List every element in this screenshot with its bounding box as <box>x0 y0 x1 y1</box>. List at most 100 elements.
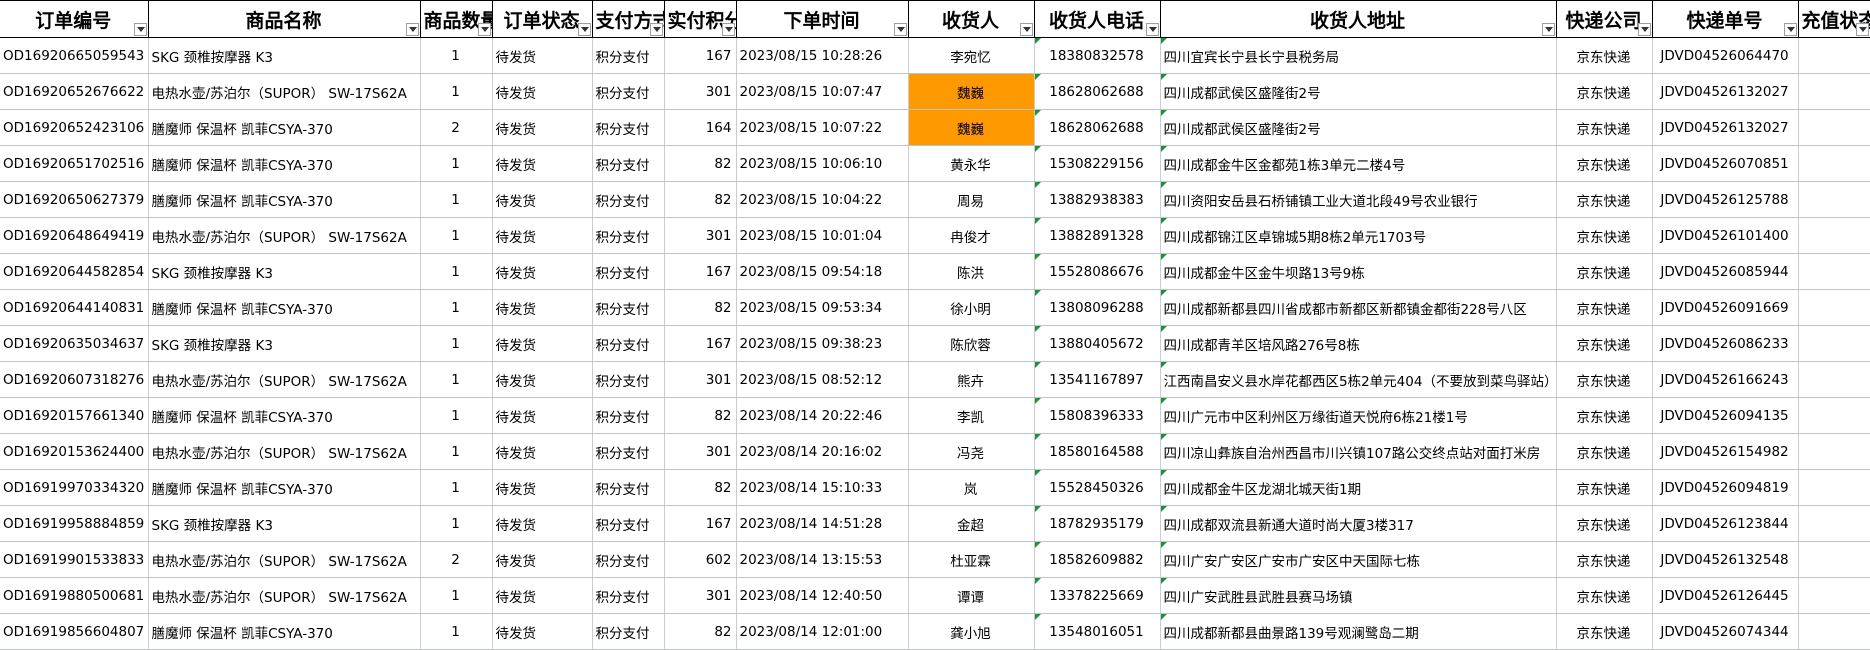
cell-tracking[interactable]: JDVD04526132027 <box>1652 110 1798 146</box>
cell-phone[interactable]: 18782935179 <box>1034 506 1160 542</box>
cell-qty[interactable]: 1 <box>420 254 492 290</box>
cell-recharge[interactable] <box>1798 614 1870 650</box>
cell-qty[interactable]: 1 <box>420 74 492 110</box>
cell-status[interactable]: 待发货 <box>492 614 592 650</box>
cell-receiver[interactable]: 李宛忆 <box>908 38 1034 74</box>
column-header-product[interactable]: 商品名称 <box>148 1 420 38</box>
filter-dropdown-icon[interactable] <box>406 23 419 36</box>
cell-points[interactable]: 164 <box>664 110 736 146</box>
cell-qty[interactable]: 1 <box>420 290 492 326</box>
cell-phone[interactable]: 13882891328 <box>1034 218 1160 254</box>
cell-courier[interactable]: 京东快递 <box>1556 290 1652 326</box>
cell-recharge[interactable] <box>1798 542 1870 578</box>
column-header-points[interactable]: 实付积分 <box>664 1 736 38</box>
cell-address[interactable]: 四川广元市中区利州区万缘街道天悦府6栋21楼1号 <box>1160 398 1556 434</box>
cell-tracking[interactable]: JDVD04526126445 <box>1652 578 1798 614</box>
cell-payment[interactable]: 积分支付 <box>592 290 664 326</box>
cell-phone[interactable]: 15808396333 <box>1034 398 1160 434</box>
cell-qty[interactable]: 1 <box>420 614 492 650</box>
cell-payment[interactable]: 积分支付 <box>592 254 664 290</box>
filter-dropdown-icon[interactable] <box>134 23 147 36</box>
cell-time[interactable]: 2023/08/15 10:06:10 <box>736 146 908 182</box>
cell-points[interactable]: 167 <box>664 326 736 362</box>
cell-product[interactable]: 膳魔师 保温杯 凯菲CSYA-370 <box>148 146 420 182</box>
cell-address[interactable]: 四川凉山彝族自治州西昌市川兴镇107路公交终点站对面打米房 <box>1160 434 1556 470</box>
cell-status[interactable]: 待发货 <box>492 542 592 578</box>
cell-courier[interactable]: 京东快递 <box>1556 542 1652 578</box>
cell-product[interactable]: 膳魔师 保温杯 凯菲CSYA-370 <box>148 470 420 506</box>
cell-qty[interactable]: 1 <box>420 146 492 182</box>
cell-receiver[interactable]: 金超 <box>908 506 1034 542</box>
cell-time[interactable]: 2023/08/15 09:54:18 <box>736 254 908 290</box>
cell-tracking[interactable]: JDVD04526086233 <box>1652 326 1798 362</box>
cell-time[interactable]: 2023/08/14 13:15:53 <box>736 542 908 578</box>
cell-time[interactable]: 2023/08/15 09:53:34 <box>736 290 908 326</box>
cell-payment[interactable]: 积分支付 <box>592 218 664 254</box>
cell-tracking[interactable]: JDVD04526074344 <box>1652 614 1798 650</box>
cell-courier[interactable]: 京东快递 <box>1556 38 1652 74</box>
filter-dropdown-icon[interactable] <box>1856 23 1869 36</box>
cell-address[interactable]: 四川成都青羊区培风路276号8栋 <box>1160 326 1556 362</box>
cell-recharge[interactable] <box>1798 218 1870 254</box>
column-header-address[interactable]: 收货人地址 <box>1160 1 1556 38</box>
cell-courier[interactable]: 京东快递 <box>1556 362 1652 398</box>
cell-phone[interactable]: 15528086676 <box>1034 254 1160 290</box>
cell-order_id[interactable]: OD16919970334320 <box>0 470 148 506</box>
cell-payment[interactable]: 积分支付 <box>592 398 664 434</box>
cell-phone[interactable]: 13808096288 <box>1034 290 1160 326</box>
cell-address[interactable]: 四川成都双流县新通大道时尚大厦3楼317 <box>1160 506 1556 542</box>
column-header-status[interactable]: 订单状态 <box>492 1 592 38</box>
filter-dropdown-icon[interactable] <box>478 23 491 36</box>
cell-tracking[interactable]: JDVD04526101400 <box>1652 218 1798 254</box>
cell-time[interactable]: 2023/08/15 10:04:22 <box>736 182 908 218</box>
cell-order_id[interactable]: OD16920157661340 <box>0 398 148 434</box>
cell-receiver[interactable]: 杜亚霖 <box>908 542 1034 578</box>
cell-courier[interactable]: 京东快递 <box>1556 110 1652 146</box>
cell-points[interactable]: 301 <box>664 74 736 110</box>
cell-payment[interactable]: 积分支付 <box>592 326 664 362</box>
cell-recharge[interactable] <box>1798 578 1870 614</box>
cell-order_id[interactable]: OD16920644582854 <box>0 254 148 290</box>
cell-status[interactable]: 待发货 <box>492 74 592 110</box>
cell-tracking[interactable]: JDVD04526091669 <box>1652 290 1798 326</box>
cell-courier[interactable]: 京东快递 <box>1556 182 1652 218</box>
cell-address[interactable]: 四川成都金牛区龙湖北城天街1期 <box>1160 470 1556 506</box>
cell-receiver[interactable]: 徐小明 <box>908 290 1034 326</box>
cell-time[interactable]: 2023/08/15 09:38:23 <box>736 326 908 362</box>
cell-recharge[interactable] <box>1798 254 1870 290</box>
cell-qty[interactable]: 1 <box>420 470 492 506</box>
cell-address[interactable]: 四川成都新都县四川省成都市新都区新都镇金都街228号八区 <box>1160 290 1556 326</box>
cell-product[interactable]: 膳魔师 保温杯 凯菲CSYA-370 <box>148 290 420 326</box>
cell-address[interactable]: 四川成都武侯区盛隆街2号 <box>1160 110 1556 146</box>
column-header-tracking[interactable]: 快递单号 <box>1652 1 1798 38</box>
cell-qty[interactable]: 2 <box>420 542 492 578</box>
cell-status[interactable]: 待发货 <box>492 254 592 290</box>
cell-time[interactable]: 2023/08/14 12:40:50 <box>736 578 908 614</box>
cell-time[interactable]: 2023/08/14 12:01:00 <box>736 614 908 650</box>
cell-time[interactable]: 2023/08/15 10:07:47 <box>736 74 908 110</box>
cell-address[interactable]: 江西南昌安义县水岸花都西区5栋2单元404（不要放到菜鸟驿站） <box>1160 362 1556 398</box>
cell-points[interactable]: 301 <box>664 434 736 470</box>
cell-address[interactable]: 四川广安武胜县武胜县赛马场镇 <box>1160 578 1556 614</box>
filter-dropdown-icon[interactable] <box>1638 23 1651 36</box>
cell-order_id[interactable]: OD16920652676622 <box>0 74 148 110</box>
cell-payment[interactable]: 积分支付 <box>592 614 664 650</box>
cell-status[interactable]: 待发货 <box>492 398 592 434</box>
cell-order_id[interactable]: OD16920665059543 <box>0 38 148 74</box>
cell-order_id[interactable]: OD16920153624400 <box>0 434 148 470</box>
cell-points[interactable]: 82 <box>664 146 736 182</box>
cell-courier[interactable]: 京东快递 <box>1556 146 1652 182</box>
cell-time[interactable]: 2023/08/15 10:28:26 <box>736 38 908 74</box>
cell-courier[interactable]: 京东快递 <box>1556 254 1652 290</box>
cell-points[interactable]: 82 <box>664 182 736 218</box>
cell-recharge[interactable] <box>1798 74 1870 110</box>
cell-status[interactable]: 待发货 <box>492 578 592 614</box>
cell-product[interactable]: SKG 颈椎按摩器 K3 <box>148 254 420 290</box>
cell-courier[interactable]: 京东快递 <box>1556 434 1652 470</box>
cell-time[interactable]: 2023/08/14 14:51:28 <box>736 506 908 542</box>
cell-payment[interactable]: 积分支付 <box>592 74 664 110</box>
cell-time[interactable]: 2023/08/15 10:01:04 <box>736 218 908 254</box>
cell-product[interactable]: SKG 颈椎按摩器 K3 <box>148 326 420 362</box>
cell-time[interactable]: 2023/08/14 20:16:02 <box>736 434 908 470</box>
cell-courier[interactable]: 京东快递 <box>1556 74 1652 110</box>
